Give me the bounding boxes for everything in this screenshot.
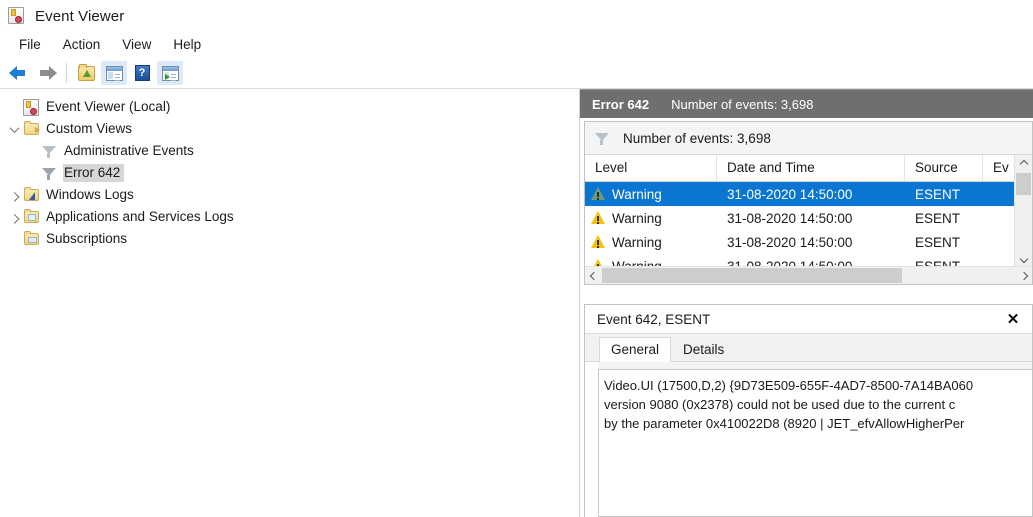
left-arrow-icon [9,65,29,81]
scroll-up-button[interactable] [1015,155,1032,172]
event-details-title: Event 642, ESENT [597,312,710,327]
event-details-tabs: General Details [585,334,1032,362]
log-pane: Error 642 Number of events: 3,698 Number… [580,89,1033,517]
help-icon: ? [135,65,150,81]
event-viewer-icon [22,99,40,116]
folder-window-icon [22,211,40,223]
right-arrow-icon [37,65,57,81]
menu-item-action[interactable]: Action [52,35,112,55]
cell-source: ESENT [905,235,983,250]
event-description-line: by the parameter 0x410022D8 (8920 | JET_… [604,414,1032,433]
column-header-date-and-time[interactable]: Date and Time [717,155,905,181]
cell-level-text: Warning [612,187,662,202]
events-vertical-scrollbar[interactable] [1014,155,1032,267]
tree-item-label: Subscriptions [45,230,131,248]
toolbar: ? [0,58,1033,89]
cell-level-text: Warning [612,211,662,226]
tab-details[interactable]: Details [671,337,736,362]
horizontal-scrollbar-thumb[interactable] [602,268,902,283]
show-hide-action-pane-button[interactable] [157,61,183,85]
help-button[interactable]: ? [129,61,155,85]
warning-icon [591,187,606,201]
events-table: Level Date and Time Source Ev Warning 31… [585,155,1032,278]
event-description-line: version 9080 (0x2378) could not be used … [604,395,1032,414]
menu-item-view[interactable]: View [111,35,162,55]
menu-item-help[interactable]: Help [162,35,212,55]
back-button[interactable] [6,61,32,85]
cell-date: 31-08-2020 14:50:00 [717,187,905,202]
event-viewer-icon [8,7,26,25]
main-content: Event Viewer (Local) Custom Views Admini… [0,89,1033,517]
cell-level: Warning [585,235,717,250]
tree-item-label: Custom Views [45,120,136,138]
menu-item-file[interactable]: File [8,35,52,55]
log-header-bar: Error 642 Number of events: 3,698 [580,89,1033,118]
event-details-title-bar: Event 642, ESENT ✕ [585,305,1032,334]
tree-item-applications-and-services-logs[interactable]: Applications and Services Logs [0,206,579,228]
event-details-panel: Event 642, ESENT ✕ General Details Video… [584,304,1033,517]
cell-source: ESENT [905,211,983,226]
console-tree-pane: Event Viewer (Local) Custom Views Admini… [0,89,580,517]
cell-date: 31-08-2020 14:50:00 [717,235,905,250]
cell-level: Warning [585,211,717,226]
close-icon[interactable]: ✕ [1004,310,1022,328]
scroll-left-button[interactable] [585,268,602,284]
folder-chart-icon [22,189,40,201]
tree-item-label: Error 642 [63,164,124,182]
column-header-level[interactable]: Level [585,155,717,181]
tree-item-label: Event Viewer (Local) [45,98,174,116]
tree-item-error-642[interactable]: Error 642 [0,162,579,184]
funnel-icon [595,132,609,145]
column-header-source[interactable]: Source [905,155,983,181]
log-header-title: Error 642 [592,97,649,112]
tree-item-label: Administrative Events [63,142,198,160]
cell-date: 31-08-2020 14:50:00 [717,211,905,226]
events-table-header: Level Date and Time Source Ev [585,155,1032,182]
tree-item-event-viewer-local[interactable]: Event Viewer (Local) [0,96,579,118]
log-header-count: Number of events: 3,698 [671,97,813,112]
cell-level: Warning [585,187,717,202]
folder-arrow-icon [22,123,40,135]
events-horizontal-scrollbar[interactable] [585,266,1032,284]
vertical-scrollbar-thumb[interactable] [1016,173,1031,195]
tree-item-label: Applications and Services Logs [45,208,238,226]
title-bar: Event Viewer [0,0,1033,32]
table-row[interactable]: Warning 31-08-2020 14:50:00 ESENT [585,182,1032,206]
chevron-down-icon[interactable] [6,126,22,133]
table-row[interactable]: Warning 31-08-2020 14:50:00 ESENT [585,230,1032,254]
event-description-line: Video.UI (17500,D,2) {9D73E509-655F-4AD7… [604,376,1032,395]
filter-summary-label: Number of events: 3,698 [623,131,771,146]
window-title: Event Viewer [35,8,124,25]
console-tree-icon [106,66,123,81]
tree-item-label: Windows Logs [45,186,138,204]
funnel-icon [40,145,58,158]
show-hide-console-tree-button[interactable] [101,61,127,85]
tree-item-administrative-events[interactable]: Administrative Events [0,140,579,162]
event-details-body: Video.UI (17500,D,2) {9D73E509-655F-4AD7… [598,362,1032,517]
chevron-right-icon[interactable] [6,192,22,199]
event-description-text[interactable]: Video.UI (17500,D,2) {9D73E509-655F-4AD7… [598,369,1032,517]
action-pane-icon [162,66,179,81]
forward-button[interactable] [34,61,60,85]
cell-level-text: Warning [612,235,662,250]
tree-item-custom-views[interactable]: Custom Views [0,118,579,140]
tree-item-windows-logs[interactable]: Windows Logs [0,184,579,206]
warning-icon [591,211,606,225]
toolbar-separator [66,63,67,83]
menu-bar: File Action View Help [0,32,1033,58]
warning-icon [591,235,606,249]
cell-source: ESENT [905,187,983,202]
scroll-down-button[interactable] [1015,250,1032,267]
scroll-right-button[interactable] [1015,268,1032,284]
chevron-right-icon[interactable] [6,214,22,221]
tab-general[interactable]: General [599,337,671,362]
tree-item-subscriptions[interactable]: Subscriptions [0,228,579,250]
funnel-icon [40,167,58,180]
up-one-level-button[interactable] [73,61,99,85]
subscriptions-icon [22,233,40,245]
folder-up-icon [78,66,95,81]
events-list-panel: Number of events: 3,698 Level Date and T… [584,121,1033,285]
table-row[interactable]: Warning 31-08-2020 14:50:00 ESENT [585,206,1032,230]
filter-summary-row[interactable]: Number of events: 3,698 [585,122,1032,155]
